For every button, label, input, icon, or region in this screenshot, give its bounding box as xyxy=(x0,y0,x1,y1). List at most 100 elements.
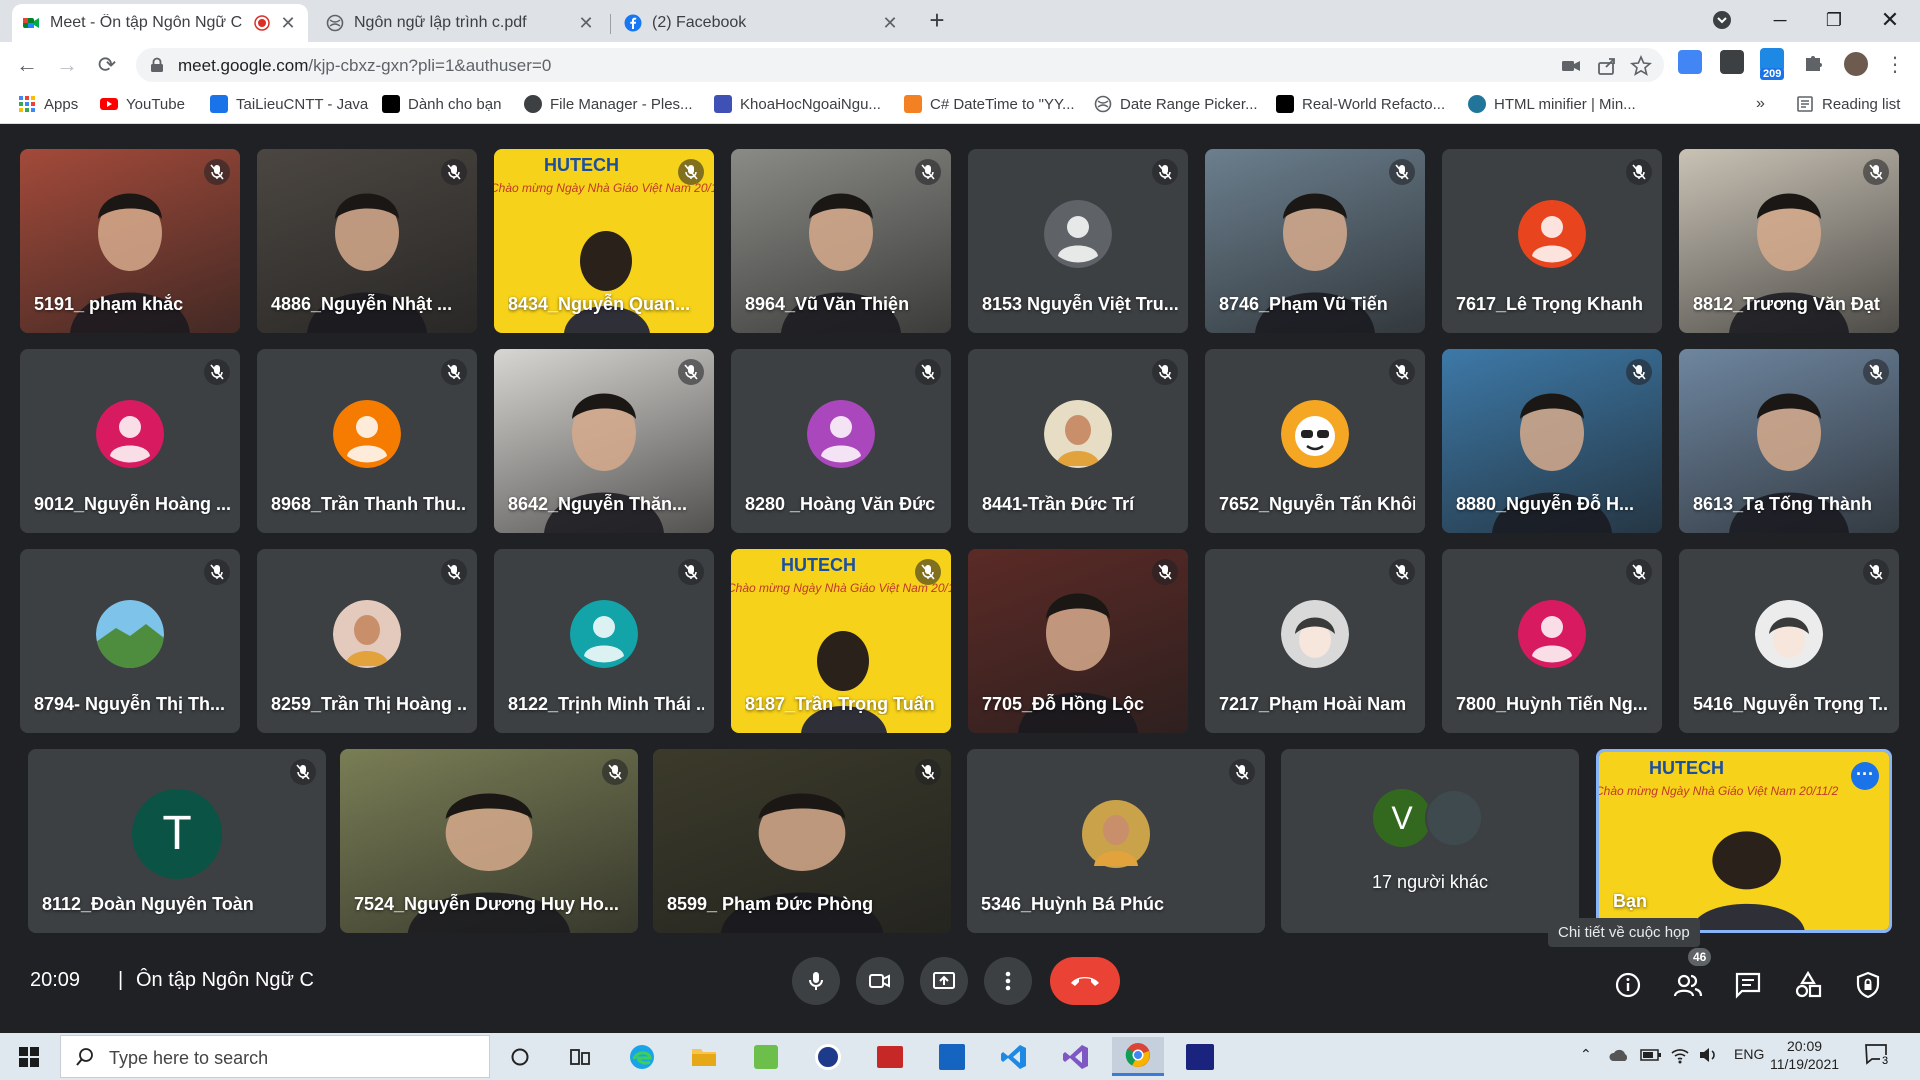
selenium-extension-icon[interactable] xyxy=(1720,50,1744,74)
wifi-icon[interactable] xyxy=(1670,1046,1690,1064)
participant-tile[interactable]: 7217_Phạm Hoài Nam xyxy=(1205,549,1425,733)
share-icon[interactable] xyxy=(1596,55,1618,77)
taskbar-chrome[interactable] xyxy=(1112,1037,1164,1076)
reload-button[interactable]: ⟳ xyxy=(92,50,122,80)
participant-tile[interactable]: 7652_Nguyễn Tấn Khôi xyxy=(1205,349,1425,533)
participant-tile[interactable]: 9012_Nguyễn Hoàng ... xyxy=(20,349,240,533)
taskbar-visual-studio[interactable] xyxy=(1056,1037,1096,1076)
tab-search-button[interactable] xyxy=(1694,0,1750,40)
others-tile[interactable]: V 17 người khác xyxy=(1281,749,1579,933)
taskbar-app-w[interactable] xyxy=(808,1037,848,1076)
new-tab-button[interactable]: + xyxy=(922,6,952,36)
participant-tile[interactable]: 8280 _Hoàng Văn Đức xyxy=(731,349,951,533)
notifications-button[interactable]: 3 xyxy=(1864,1043,1900,1071)
present-screen-button[interactable] xyxy=(920,957,968,1005)
taskbar-vscode[interactable] xyxy=(994,1037,1034,1076)
participant-tile[interactable]: 7524_Nguyễn Dương Huy Ho... xyxy=(340,749,638,933)
language-indicator[interactable]: ENG xyxy=(1734,1046,1764,1062)
bookmark-daterange[interactable]: Date Range Picker... xyxy=(1094,95,1258,113)
meeting-details-button[interactable] xyxy=(1608,965,1648,1005)
bookmark-tiktok[interactable]: Dành cho bạn xyxy=(382,95,501,113)
participant-tile[interactable]: 8122_Trịnh Minh Thái ... xyxy=(494,549,714,733)
participant-tile[interactable]: 5416_Nguyễn Trọng T... xyxy=(1679,549,1899,733)
participant-tile[interactable]: 8613_Tạ Tống Thành xyxy=(1679,349,1899,533)
participant-tile[interactable]: HUTECH Chào mừng Ngày Nhà Giáo Việt Nam 2… xyxy=(494,149,714,333)
taskbar-edge[interactable] xyxy=(622,1037,662,1076)
bookmark-refactoring[interactable]: Real-World Refacto... xyxy=(1276,95,1445,113)
camera-button[interactable] xyxy=(856,957,904,1005)
taskbar-app-tool[interactable] xyxy=(932,1037,972,1076)
host-controls-button[interactable] xyxy=(1848,965,1888,1005)
activities-button[interactable] xyxy=(1788,965,1828,1005)
tab-meet[interactable]: Meet - Ôn tập Ngôn Ngữ C ✕ xyxy=(12,4,308,42)
translate-extension-icon[interactable] xyxy=(1678,50,1702,74)
participant-tile[interactable]: 7617_Lê Trọng Khanh xyxy=(1442,149,1662,333)
task-view-button[interactable] xyxy=(500,1037,540,1076)
bookmark-htmlminifier[interactable]: HTML minifier | Min... xyxy=(1468,95,1636,113)
bookmark-csharp[interactable]: C# DateTime to "YY... xyxy=(904,95,1075,113)
show-hidden-icons-button[interactable]: ⌃ xyxy=(1580,1046,1592,1063)
system-clock[interactable]: 20:09 11/19/2021 xyxy=(1770,1037,1839,1073)
participant-tile[interactable]: 8259_Trần Thị Hoàng ... xyxy=(257,549,477,733)
lock-icon[interactable] xyxy=(150,57,164,73)
bookmarks-overflow-button[interactable]: » xyxy=(1756,95,1765,113)
participant-tile[interactable]: 8599_ Phạm Đức Phòng xyxy=(653,749,951,933)
task-view-button-2[interactable] xyxy=(560,1037,600,1076)
leave-call-button[interactable] xyxy=(1050,957,1120,1005)
close-window-button[interactable]: ✕ xyxy=(1862,0,1918,40)
taskbar-search[interactable]: Type here to search xyxy=(60,1035,490,1078)
menu-icon[interactable]: ⋮ xyxy=(1880,50,1910,80)
taskbar-file-explorer[interactable] xyxy=(684,1037,724,1076)
close-icon[interactable]: ✕ xyxy=(278,13,298,34)
participant-tile[interactable]: 8153 Nguyễn Việt Tru... xyxy=(968,149,1188,333)
back-button[interactable]: ← xyxy=(12,50,42,80)
forward-button[interactable]: → xyxy=(52,50,82,80)
participant-tile[interactable]: 8812_Trương Văn Đạt xyxy=(1679,149,1899,333)
participant-tile[interactable]: 8880_Nguyễn Đỗ H... xyxy=(1442,349,1662,533)
bookmark-khoahoc[interactable]: KhoaHocNgoaiNgu... xyxy=(714,95,881,113)
star-icon[interactable] xyxy=(1630,55,1652,77)
bookmark-apps[interactable]: Apps xyxy=(18,95,78,113)
participant-tile[interactable]: T 8112_Đoàn Nguyên Toàn xyxy=(28,749,326,933)
self-tile[interactable]: HUTECH Chào mừng Ngày Nhà Giáo Việt Nam 2… xyxy=(1596,749,1892,933)
reading-list-button[interactable]: Reading list xyxy=(1796,95,1900,113)
url-text[interactable]: meet.google.com/kjp-cbxz-gxn?pli=1&authu… xyxy=(178,56,551,76)
battery-icon[interactable] xyxy=(1640,1048,1662,1062)
taskbar-app-generic[interactable] xyxy=(746,1037,786,1076)
bookmark-youtube[interactable]: YouTube xyxy=(100,95,185,113)
maximize-button[interactable]: ❐ xyxy=(1806,0,1862,40)
participant-tile[interactable]: 8968_Trần Thanh Thu... xyxy=(257,349,477,533)
participant-tile[interactable]: 8794- Nguyễn Thị Th... xyxy=(20,549,240,733)
address-bar[interactable]: meet.google.com/kjp-cbxz-gxn?pli=1&authu… xyxy=(136,48,1664,82)
participant-tile[interactable]: 7800_Huỳnh Tiến Ng... xyxy=(1442,549,1662,733)
more-options-button[interactable] xyxy=(984,957,1032,1005)
more-options-icon[interactable]: ··· xyxy=(1851,762,1879,790)
bookmark-plesk[interactable]: File Manager - Ples... xyxy=(524,95,693,113)
participant-tile[interactable]: HUTECH Chào mừng Ngày Nhà Giáo Việt Nam 2… xyxy=(731,549,951,733)
puzzle-extensions-icon[interactable] xyxy=(1802,52,1824,74)
onedrive-icon[interactable] xyxy=(1608,1048,1630,1062)
people-button[interactable] xyxy=(1668,965,1708,1005)
volume-icon[interactable] xyxy=(1698,1046,1718,1064)
taskbar-devc[interactable] xyxy=(1180,1037,1220,1076)
close-icon[interactable]: ✕ xyxy=(576,13,596,34)
bookmark-tailieu[interactable]: TaiLieuCNTT - Java xyxy=(210,95,368,113)
chat-button[interactable] xyxy=(1728,965,1768,1005)
participant-tile[interactable]: 5191_ phạm khắc xyxy=(20,149,240,333)
camera-permission-icon[interactable] xyxy=(1560,55,1582,77)
taskbar-app-presentation[interactable] xyxy=(870,1037,910,1076)
tab-pdf[interactable]: Ngôn ngữ lập trình c.pdf ✕ xyxy=(316,4,606,42)
close-icon[interactable]: ✕ xyxy=(880,13,900,34)
profile-avatar[interactable] xyxy=(1842,50,1870,78)
start-button[interactable] xyxy=(0,1033,58,1080)
minimize-button[interactable]: ─ xyxy=(1752,0,1808,40)
participant-tile[interactable]: 5346_Huỳnh Bá Phúc xyxy=(967,749,1265,933)
participant-tile[interactable]: 8964_Vũ Văn Thiện xyxy=(731,149,951,333)
participant-tile[interactable]: 4886_Nguyễn Nhật ... xyxy=(257,149,477,333)
participant-tile[interactable]: 8642_Nguyễn Thăn... xyxy=(494,349,714,533)
microphone-button[interactable] xyxy=(792,957,840,1005)
participant-tile[interactable]: 8746_Phạm Vũ Tiến xyxy=(1205,149,1425,333)
tab-facebook[interactable]: (2) Facebook ✕ xyxy=(614,4,910,42)
participant-tile[interactable]: 7705_Đỗ Hồng Lộc xyxy=(968,549,1188,733)
participant-tile[interactable]: 8441-Trần Đức Trí xyxy=(968,349,1188,533)
